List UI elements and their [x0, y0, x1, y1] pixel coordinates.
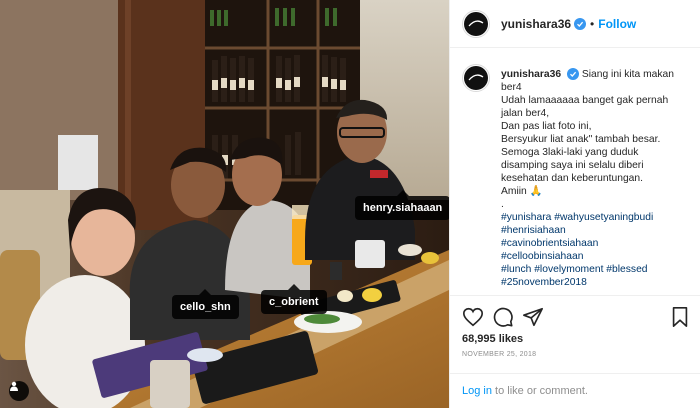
caption-line: disamping saya ini selalu diberi — [501, 160, 644, 171]
caption: yunishara36 Siang ini kita makan ber4 Ud… — [450, 48, 700, 310]
avatar[interactable] — [462, 9, 490, 38]
hashtag-line[interactable]: #henrisiahaan — [501, 224, 688, 237]
post-photo[interactable]: cello_shn c_obrient henry.siahaaan — [0, 0, 449, 408]
login-link[interactable]: Log in — [462, 385, 492, 397]
login-prompt: Log in to like or comment. — [450, 373, 700, 408]
caption-line: Semoga 3laki-laki yang duduk — [501, 147, 639, 158]
caption-line: Dan pas liat foto ini, — [501, 121, 592, 132]
post-sidebar: yunishara36 • Follow yunishara36 Siang i… — [449, 0, 700, 408]
avatar-logo-icon — [468, 74, 484, 81]
header-separator: • — [590, 16, 595, 31]
caption-line: Bersyukur liat anak" tambah besar. — [501, 134, 661, 145]
caption-line: Udah lamaaaaaa banget gak pernah — [501, 95, 669, 106]
avatar-logo-icon — [468, 19, 484, 26]
divider — [450, 295, 700, 296]
header-username[interactable]: yunishara36 — [501, 17, 571, 31]
caption-line: Amiin 🙏 — [501, 186, 543, 197]
photo-tag-cobrient[interactable]: c_obrient — [261, 284, 327, 314]
hashtag-line[interactable]: #25november2018 — [501, 276, 688, 289]
post-header: yunishara36 • Follow — [450, 0, 700, 48]
photo-tag-henry[interactable]: henry.siahaaan — [355, 190, 449, 220]
hashtag-line[interactable]: #yunishara #wahyusetyaningbudi — [501, 211, 688, 224]
likes-count[interactable]: 68,995 likes — [462, 333, 523, 345]
login-prompt-text: to like or comment. — [491, 385, 588, 397]
caption-line: ber4 — [501, 82, 522, 93]
follow-button[interactable]: Follow — [598, 17, 636, 31]
comment-icon[interactable] — [492, 306, 514, 333]
caption-line: kesehatan dan keberuntungan. — [501, 173, 643, 184]
share-icon[interactable] — [522, 306, 544, 333]
hashtag-line[interactable]: #lunch #lovelymoment #blessed — [501, 263, 688, 276]
verified-icon — [566, 68, 579, 80]
photo-tag-cello[interactable]: cello_shn — [172, 289, 239, 319]
bookmark-icon[interactable] — [669, 306, 691, 333]
hashtag-line[interactable]: #cavinobrientsiahaan — [501, 237, 688, 250]
caption-line: jalan ber4, — [501, 108, 550, 119]
caption-line: Siang ini kita makan — [581, 69, 675, 80]
verified-icon — [574, 17, 587, 30]
heart-icon[interactable] — [462, 306, 484, 333]
caption-avatar[interactable] — [462, 64, 490, 92]
caption-text: yunishara36 Siang ini kita makan ber4 Ud… — [501, 68, 688, 310]
post-actions — [462, 306, 688, 330]
post-date: NOVEMBER 25, 2018 — [462, 351, 537, 358]
caption-line: . — [501, 199, 504, 210]
hashtag-line[interactable]: #celloobinsiahaan — [501, 250, 688, 263]
user-tag-button[interactable] — [9, 381, 29, 401]
caption-username[interactable]: yunishara36 — [501, 69, 561, 80]
